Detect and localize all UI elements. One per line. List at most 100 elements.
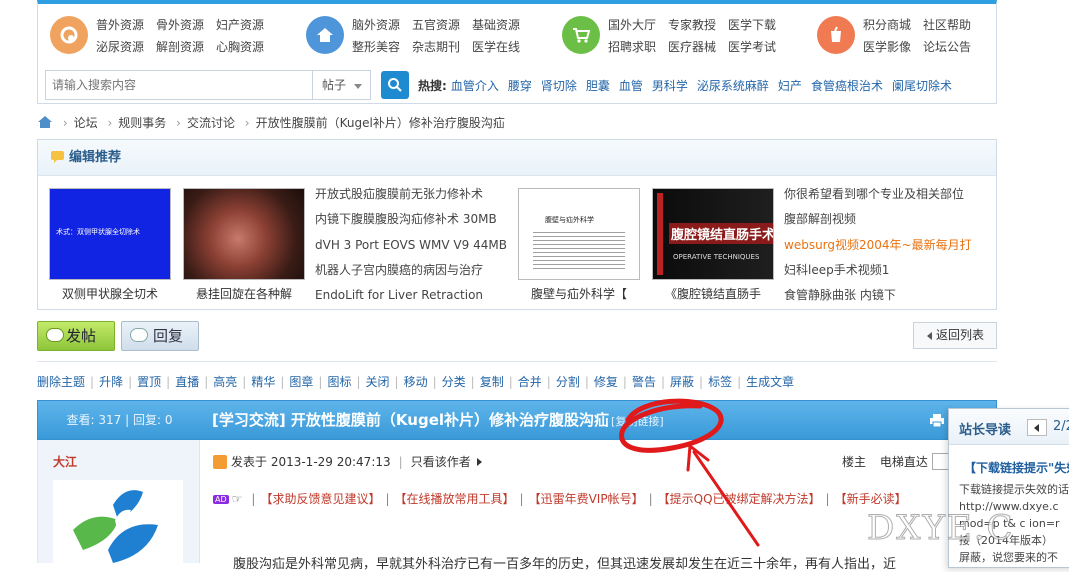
mod-tool-link[interactable]: 精华: [251, 375, 275, 389]
breadcrumb-item[interactable]: 规则事务: [118, 116, 166, 130]
copy-link-button[interactable]: [复制链接]: [611, 415, 664, 428]
mod-tool-link[interactable]: 复制: [480, 375, 504, 389]
hot-keyword[interactable]: 肾切除: [541, 79, 577, 93]
mod-tool-link[interactable]: 修复: [594, 375, 618, 389]
mod-tool-link[interactable]: 直播: [175, 375, 199, 389]
reply-button[interactable]: 回复: [121, 321, 199, 351]
mod-tool-link[interactable]: 图标: [327, 375, 351, 389]
popup-title: 站长导读: [959, 423, 1012, 438]
mod-tool-link[interactable]: 警告: [632, 375, 656, 389]
notice-link[interactable]: 【迅雷年费VIP帐号】: [529, 492, 644, 506]
popup-link[interactable]: 【下载链接提示"失效: [964, 459, 1069, 476]
home-icon[interactable]: [306, 16, 344, 54]
nav-link[interactable]: 杂志期刊: [412, 36, 460, 58]
nav-link[interactable]: 基础资源: [472, 14, 520, 36]
thumbnail-book[interactable]: 腹壁与疝外科学: [518, 188, 640, 280]
only-author-link[interactable]: 只看该作者: [411, 455, 471, 469]
hot-keyword[interactable]: 胆囊: [586, 79, 610, 93]
search-scope-select[interactable]: 帖子: [313, 70, 371, 100]
hot-keyword[interactable]: 泌尿系统麻醉: [697, 79, 769, 93]
mod-tool-link[interactable]: 合并: [518, 375, 542, 389]
pick-link[interactable]: 食管静脉曲张 内镜下: [784, 283, 972, 308]
thumbnail-caption[interactable]: 悬挂回旋在各种解: [174, 285, 314, 302]
nav-link[interactable]: 解剖资源: [156, 36, 204, 58]
nav-link[interactable]: 泌尿资源: [96, 36, 144, 58]
back-to-list-button[interactable]: 返回列表: [913, 322, 997, 349]
mod-tool-link[interactable]: 移动: [404, 375, 428, 389]
mod-tool-link[interactable]: 图章: [289, 375, 313, 389]
mod-tool-link[interactable]: 置顶: [137, 375, 161, 389]
print-icon[interactable]: [930, 414, 944, 427]
pick-link[interactable]: 开放式股疝腹膜前无张力修补术: [315, 182, 507, 207]
nav-link[interactable]: 招聘求职: [608, 36, 656, 58]
nav-link[interactable]: 医学下载: [728, 14, 776, 36]
breadcrumb-item[interactable]: 交流讨论: [187, 116, 235, 130]
nav-link[interactable]: 心胸资源: [216, 36, 264, 58]
nav-link[interactable]: 社区帮助: [923, 14, 971, 36]
nav-link[interactable]: 国外大厅: [608, 14, 656, 36]
home-icon[interactable]: [37, 115, 53, 129]
nav-link[interactable]: 医学在线: [472, 36, 520, 58]
cart-icon[interactable]: [562, 16, 600, 54]
mod-tool-link[interactable]: 标签: [708, 375, 732, 389]
thumbnail-caption[interactable]: 《腹腔镜结直肠手: [643, 285, 783, 302]
new-post-label: 发帖: [66, 327, 97, 345]
nav-link[interactable]: 五官资源: [412, 14, 460, 36]
mod-tool-link[interactable]: 屏蔽: [670, 375, 694, 389]
notice-link[interactable]: 【提示QQ已被绑定解决方法】: [658, 492, 821, 506]
mod-tool-link[interactable]: 高亮: [213, 375, 237, 389]
pick-link[interactable]: 机器人子宫内膜癌的病因与治疗: [315, 258, 507, 283]
stethoscope-icon[interactable]: [50, 16, 88, 54]
mod-tool-link[interactable]: 关闭: [366, 375, 390, 389]
mod-tool-link[interactable]: 升降: [99, 375, 123, 389]
nav-link[interactable]: 普外资源: [96, 14, 144, 36]
hot-keyword[interactable]: 男科学: [652, 79, 688, 93]
avatar[interactable]: [53, 480, 183, 563]
hot-keyword[interactable]: 阑尾切除术: [892, 79, 952, 93]
nav-link[interactable]: 积分商城: [863, 14, 911, 36]
search-input[interactable]: [45, 70, 313, 100]
thumbnail-thyroid[interactable]: 术式：双侧甲状腺全切除术: [49, 188, 171, 280]
thumbnail-caption[interactable]: 腹壁与疝外科学【: [509, 285, 649, 302]
play-icon: [476, 458, 482, 466]
nav-link[interactable]: 脑外资源: [352, 14, 400, 36]
pick-link-highlight[interactable]: websurg视频2004年~最新每月打: [784, 233, 972, 258]
mod-tool-link[interactable]: 删除主题: [37, 375, 85, 389]
popup-prev-button[interactable]: [1027, 419, 1047, 436]
hot-keyword[interactable]: 血管介入: [451, 79, 499, 93]
pick-link[interactable]: 你很希望看到哪个专业及相关部位: [784, 182, 972, 207]
nav-link[interactable]: 骨外资源: [156, 14, 204, 36]
thumbnail-caption[interactable]: 双侧甲状腺全切术: [40, 285, 180, 302]
notice-link[interactable]: 【在线播放常用工具】: [395, 492, 515, 506]
pick-link[interactable]: dVH 3 Port EOVS WMV V9 44MB: [315, 233, 507, 258]
nav-link[interactable]: 妇产资源: [216, 14, 264, 36]
separator: |: [432, 375, 437, 389]
new-post-button[interactable]: 发帖: [37, 321, 115, 351]
cup-icon[interactable]: [817, 16, 855, 54]
thumbnail-laparoscopy[interactable]: 腹腔镜结直肠手术技巧 OPERATIVE TECHNIQUES: [652, 188, 774, 280]
mod-tool-link[interactable]: 分类: [442, 375, 466, 389]
nav-link[interactable]: 整形美容: [352, 36, 400, 58]
notice-link[interactable]: 【新手必读】: [835, 492, 907, 506]
pick-link[interactable]: 腹部解剖视频: [784, 207, 972, 232]
hot-keyword[interactable]: 血管: [619, 79, 643, 93]
nav-link[interactable]: 专家教授: [668, 14, 716, 36]
separator: |: [356, 375, 361, 389]
pick-link[interactable]: 妇科leep手术视频1: [784, 258, 972, 283]
notice-link[interactable]: 【求助反馈意见建议】: [260, 492, 380, 506]
author-name[interactable]: 大江: [53, 453, 77, 470]
pick-link[interactable]: 内镜下腹膜腹股沟疝修补术 30MB: [315, 207, 507, 232]
mod-tool-link[interactable]: 生成文章: [746, 375, 794, 389]
hot-keyword[interactable]: 腰穿: [508, 79, 532, 93]
pick-link[interactable]: EndoLift for Liver Retraction: [315, 283, 507, 308]
hot-keyword[interactable]: 食管癌根治术: [811, 79, 883, 93]
nav-link[interactable]: 医疗器械: [668, 36, 716, 58]
hot-keyword[interactable]: 妇产: [778, 79, 802, 93]
nav-link[interactable]: 医学影像: [863, 36, 911, 58]
mod-tool-link[interactable]: 分割: [556, 375, 580, 389]
nav-link[interactable]: 论坛公告: [923, 36, 971, 58]
thumbnail-surgery[interactable]: [183, 188, 305, 280]
nav-link[interactable]: 医学考试: [728, 36, 776, 58]
breadcrumb-item[interactable]: 论坛: [74, 116, 98, 130]
search-button[interactable]: [381, 71, 409, 99]
